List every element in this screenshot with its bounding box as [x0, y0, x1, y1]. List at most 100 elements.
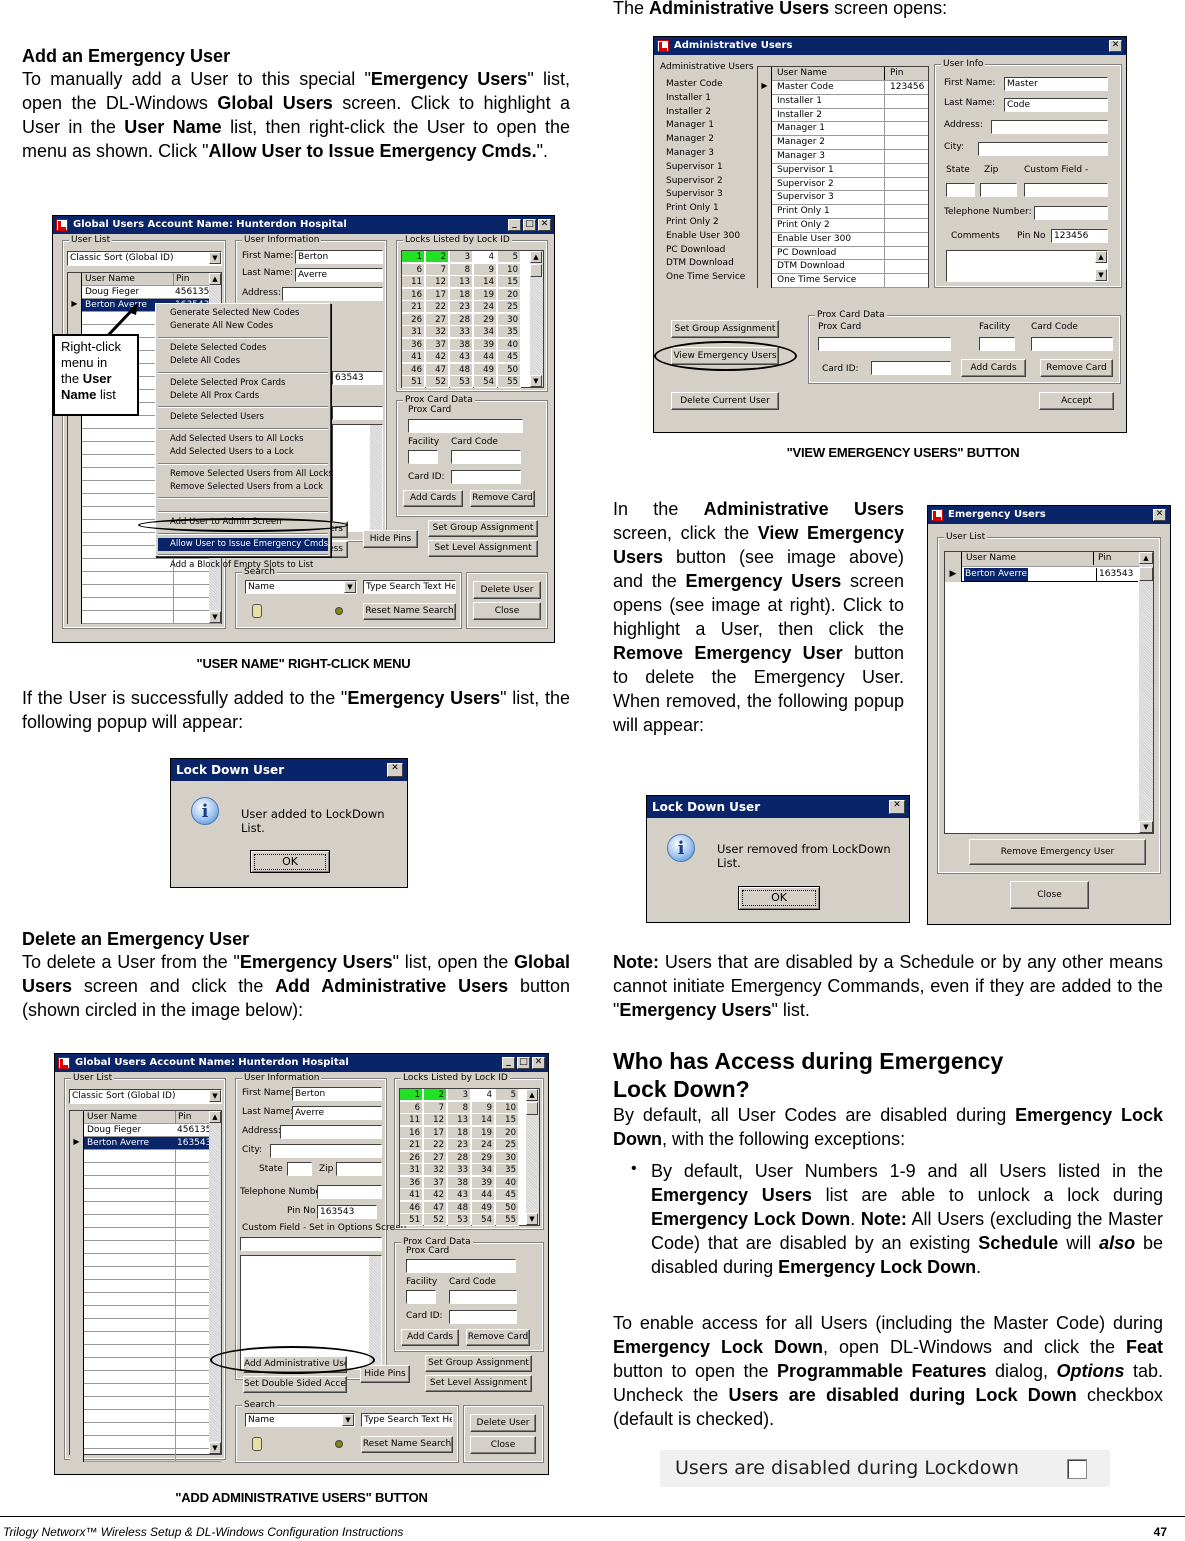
lock-cell[interactable]: 30	[498, 313, 521, 326]
close-icon[interactable]: ✕	[889, 800, 905, 814]
custom-field[interactable]	[1024, 183, 1108, 197]
lock-cell[interactable]: 45	[496, 1189, 519, 1201]
delete-current-user-button[interactable]: Delete Current User	[671, 392, 779, 410]
lock-cell[interactable]: 16	[400, 1126, 423, 1139]
lock-cell[interactable]: 7	[426, 263, 449, 276]
lock-cell[interactable]: 2	[426, 251, 449, 263]
lock-cell[interactable]: 16	[402, 288, 425, 301]
empty-row[interactable]	[70, 1371, 221, 1384]
lock-cell[interactable]: 23	[448, 1139, 471, 1151]
lock-cell[interactable]: 7	[424, 1101, 447, 1114]
lock-cell[interactable]: 33	[448, 1164, 471, 1176]
lock-cell[interactable]: 43	[450, 351, 473, 363]
city-field[interactable]	[270, 1144, 382, 1158]
empty-row[interactable]	[70, 1397, 221, 1410]
zip-field[interactable]	[980, 183, 1017, 197]
menu-item[interactable]: Generate All New Codes	[158, 320, 328, 333]
lock-cell[interactable]: 53	[450, 376, 473, 388]
lock-cell[interactable]: 18	[450, 288, 473, 301]
table-row[interactable]: One Time Service	[758, 274, 928, 288]
address-field[interactable]	[282, 287, 383, 301]
table-row[interactable]: Supervisor 2	[758, 177, 928, 192]
empty-row[interactable]	[68, 585, 221, 598]
close-button[interactable]: Close	[473, 602, 541, 620]
facility-field[interactable]	[406, 1290, 436, 1304]
table-row[interactable]: Manager 2	[758, 136, 928, 150]
lock-cell[interactable]: 44	[472, 1189, 495, 1201]
lock-cell[interactable]: 25	[496, 1139, 519, 1151]
pin-field[interactable]: 123456	[1051, 229, 1108, 243]
lock-cell[interactable]: 44	[474, 351, 497, 363]
menu-item[interactable]: Delete Selected Prox Cards	[158, 377, 328, 390]
table-row-selected[interactable]: ▶Berton Averre163543	[70, 1137, 221, 1150]
lock-cell[interactable]: 42	[424, 1189, 447, 1201]
lock-cell[interactable]: 53	[448, 1214, 471, 1226]
lock-cell[interactable]: 6	[402, 263, 425, 276]
close-button[interactable]: Close	[1010, 881, 1089, 909]
lock-cell[interactable]: 38	[448, 1176, 471, 1189]
scrollbar[interactable]: ▲ ▼	[209, 1111, 221, 1454]
table-row[interactable]: PC Download	[758, 246, 928, 261]
maximize-button[interactable]: □	[517, 1057, 530, 1069]
prox-card-field[interactable]	[818, 337, 951, 351]
lock-cell[interactable]: 3	[448, 1089, 471, 1101]
table-row[interactable]: DTM Download	[758, 260, 928, 275]
table-row[interactable]: Manager 1	[758, 122, 928, 137]
facility-field[interactable]	[408, 450, 438, 464]
lock-cell[interactable]: 55	[496, 1214, 519, 1226]
lock-cell[interactable]: 50	[498, 363, 521, 376]
table-row[interactable]: Supervisor 1	[758, 163, 928, 178]
accept-button[interactable]: Accept	[1039, 392, 1114, 410]
lock-cell[interactable]: 22	[426, 301, 449, 313]
lock-cell[interactable]: 25	[498, 301, 521, 313]
lock-cell[interactable]: 4	[472, 1089, 495, 1101]
lock-cell[interactable]: 28	[450, 313, 473, 326]
card-id-field[interactable]	[449, 1310, 517, 1324]
users-disabled-checkbox[interactable]	[1067, 1459, 1087, 1479]
lock-cell[interactable]: 17	[426, 288, 449, 301]
lock-cell[interactable]: 14	[472, 1114, 495, 1126]
lock-cell[interactable]: 49	[474, 363, 497, 376]
facility-field[interactable]	[979, 337, 1015, 351]
menu-item[interactable]: Delete All Codes	[158, 355, 328, 368]
lock-cell[interactable]: 33	[450, 326, 473, 338]
remove-emergency-user-button[interactable]: Remove Emergency User	[969, 839, 1146, 865]
lock-cell[interactable]: 29	[474, 313, 497, 326]
close-button[interactable]: Close	[470, 1436, 536, 1454]
empty-row[interactable]	[70, 1345, 221, 1358]
empty-row[interactable]	[70, 1267, 221, 1280]
table-row[interactable]: Doug Fieger 456135	[70, 1124, 221, 1137]
lock-cell[interactable]: 45	[498, 351, 521, 363]
lock-cell[interactable]: 5	[498, 251, 521, 263]
lock-cell[interactable]: 20	[496, 1126, 519, 1139]
set-group-button[interactable]: Set Group Assignment	[425, 1355, 532, 1372]
remove-card-button[interactable]: Remove Card	[466, 1329, 530, 1346]
lock-cell[interactable]: 50	[496, 1201, 519, 1214]
empty-row[interactable]	[70, 1449, 221, 1462]
table-row[interactable]: Print Only 2	[758, 219, 928, 233]
lock-cell[interactable]: 40	[498, 338, 521, 351]
lock-cell[interactable]: 40	[496, 1176, 519, 1189]
lock-cell[interactable]: 49	[472, 1201, 495, 1214]
lock-cell[interactable]: 54	[474, 376, 497, 388]
lock-cell[interactable]: 51	[402, 376, 425, 388]
lock-cell[interactable]: 8	[450, 263, 473, 276]
lock-cell[interactable]: 46	[400, 1201, 423, 1214]
empty-row[interactable]	[70, 1319, 221, 1332]
lock-cell[interactable]: 1	[400, 1089, 423, 1101]
maximize-button[interactable]: □	[523, 219, 536, 231]
search-field-dropdown[interactable]: Name ▼	[245, 580, 357, 594]
menu-item[interactable]: Add Selected Users to a Lock	[158, 446, 328, 459]
lock-cell[interactable]: 20	[498, 288, 521, 301]
lock-cell[interactable]: 27	[424, 1151, 447, 1164]
empty-row[interactable]	[70, 1189, 221, 1202]
lock-cell[interactable]: 43	[448, 1189, 471, 1201]
table-row[interactable]: ▶ Master Code 123456	[758, 81, 928, 95]
prox-card-field[interactable]	[408, 419, 523, 433]
comments-field[interactable]: ▲ ▼	[946, 250, 1108, 282]
lock-cell[interactable]: 36	[400, 1176, 423, 1189]
last-name-field[interactable]: Averre	[295, 268, 383, 282]
lock-cell[interactable]: 12	[424, 1114, 447, 1126]
lock-cell[interactable]: 31	[400, 1164, 423, 1176]
lock-cell[interactable]: 5	[496, 1089, 519, 1101]
